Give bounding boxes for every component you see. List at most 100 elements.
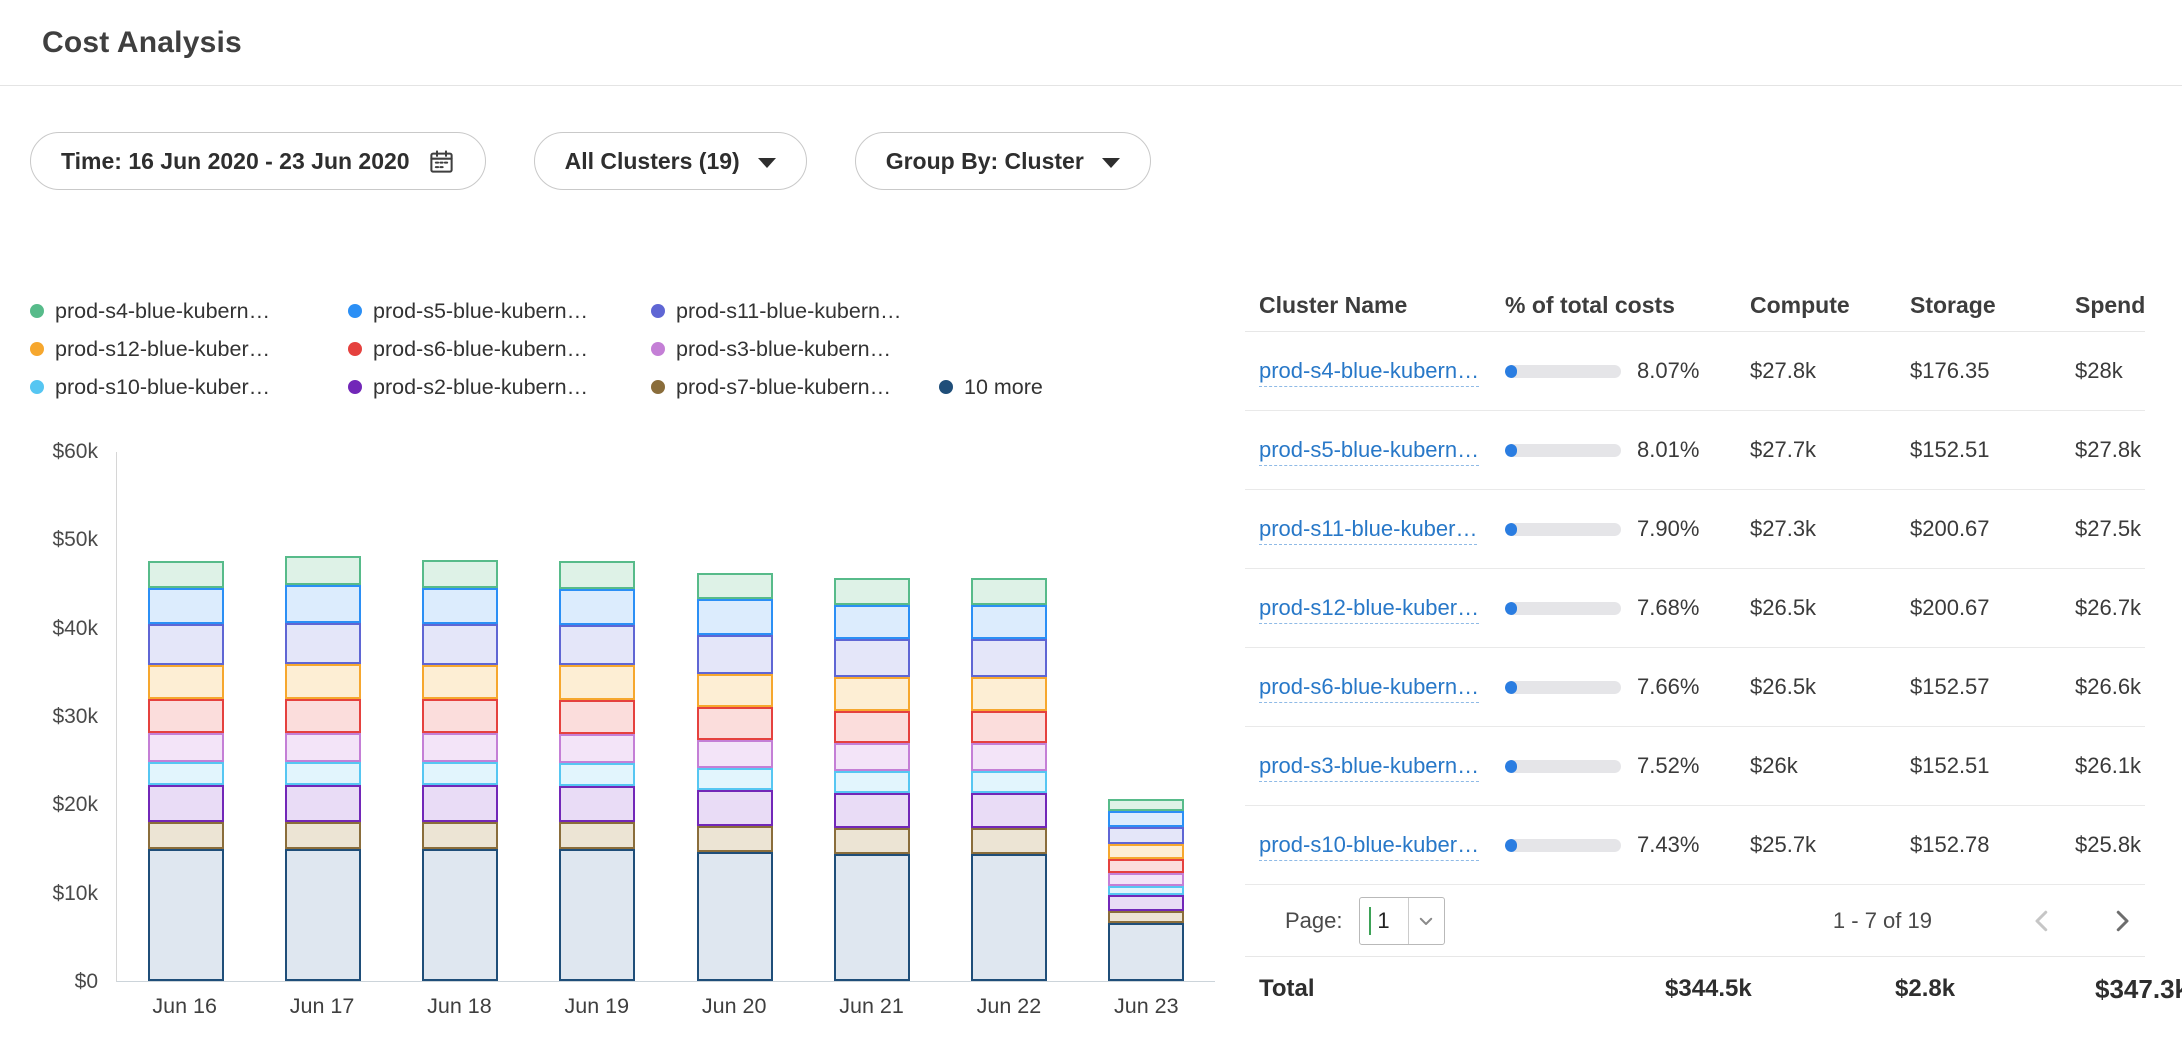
cluster-link[interactable]: prod-s4-blue-kubern… bbox=[1259, 358, 1479, 387]
bar-segment[interactable] bbox=[559, 665, 635, 700]
clusters-filter[interactable]: All Clusters (19) bbox=[534, 132, 807, 190]
bar-segment[interactable] bbox=[834, 771, 910, 793]
bar-segment[interactable] bbox=[422, 762, 498, 785]
bar-segment[interactable] bbox=[834, 711, 910, 743]
bar-segment[interactable] bbox=[971, 711, 1047, 743]
bar-segment[interactable] bbox=[1108, 799, 1184, 811]
bar-segment[interactable] bbox=[285, 664, 361, 699]
bar-segment[interactable] bbox=[971, 828, 1047, 854]
bar-segment[interactable] bbox=[697, 674, 773, 708]
bar-segment[interactable] bbox=[834, 828, 910, 854]
bar-segment[interactable] bbox=[559, 786, 635, 822]
stacked-bar[interactable] bbox=[697, 573, 773, 981]
cluster-link[interactable]: prod-s5-blue-kubern… bbox=[1259, 437, 1479, 466]
legend-item-prod-s12[interactable]: prod-s12-blue-kuber… bbox=[30, 337, 348, 362]
bar-segment[interactable] bbox=[1108, 873, 1184, 885]
bar-segment[interactable] bbox=[148, 665, 224, 699]
bar-segment[interactable] bbox=[834, 605, 910, 639]
bar-segment[interactable] bbox=[559, 700, 635, 734]
bar-segment[interactable] bbox=[697, 768, 773, 790]
bar-segment[interactable] bbox=[422, 588, 498, 624]
bar-segment[interactable] bbox=[148, 785, 224, 822]
bar-segment[interactable] bbox=[834, 639, 910, 677]
bar-segment[interactable] bbox=[285, 849, 361, 982]
bar-segment[interactable] bbox=[559, 625, 635, 665]
bar-segment[interactable] bbox=[1108, 844, 1184, 859]
bar-segment[interactable] bbox=[697, 573, 773, 600]
bar-segment[interactable] bbox=[1108, 827, 1184, 844]
legend-item-prod-s3[interactable]: prod-s3-blue-kubern… bbox=[651, 337, 939, 362]
bar-segment[interactable] bbox=[285, 585, 361, 623]
bar-segment[interactable] bbox=[559, 763, 635, 786]
bar-segment[interactable] bbox=[834, 793, 910, 828]
stacked-bar[interactable] bbox=[559, 561, 635, 981]
bar-segment[interactable] bbox=[834, 677, 910, 711]
legend-item-prod-s5[interactable]: prod-s5-blue-kubern… bbox=[348, 299, 651, 324]
bar-segment[interactable] bbox=[1108, 811, 1184, 827]
bar-segment[interactable] bbox=[971, 854, 1047, 981]
bar-segment[interactable] bbox=[697, 707, 773, 740]
bar-segment[interactable] bbox=[971, 639, 1047, 677]
legend-item-prod-s7[interactable]: prod-s7-blue-kubern… bbox=[651, 375, 939, 400]
legend-item-prod-s11[interactable]: prod-s11-blue-kubern… bbox=[651, 299, 939, 324]
time-range-filter[interactable]: Time: 16 Jun 2020 - 23 Jun 2020 bbox=[30, 132, 486, 190]
stacked-bar[interactable] bbox=[285, 556, 361, 981]
bar-segment[interactable] bbox=[559, 589, 635, 625]
bar-segment[interactable] bbox=[697, 826, 773, 852]
bar-segment[interactable] bbox=[285, 762, 361, 785]
bar-segment[interactable] bbox=[285, 822, 361, 849]
bar-segment[interactable] bbox=[559, 734, 635, 763]
bar-segment[interactable] bbox=[834, 743, 910, 771]
bar-segment[interactable] bbox=[148, 561, 224, 588]
cluster-link[interactable]: prod-s11-blue-kuber… bbox=[1259, 516, 1477, 545]
stacked-bar[interactable] bbox=[971, 578, 1047, 981]
prev-page-button[interactable] bbox=[2027, 906, 2057, 936]
bar-segment[interactable] bbox=[971, 605, 1047, 639]
bar-segment[interactable] bbox=[422, 822, 498, 849]
cluster-link[interactable]: prod-s6-blue-kubern… bbox=[1259, 674, 1479, 703]
bar-segment[interactable] bbox=[148, 822, 224, 849]
bar-segment[interactable] bbox=[422, 699, 498, 733]
cluster-link[interactable]: prod-s12-blue-kuber… bbox=[1259, 595, 1479, 624]
cluster-link[interactable]: prod-s10-blue-kuber… bbox=[1259, 832, 1479, 861]
legend-item-prod-s2[interactable]: prod-s2-blue-kubern… bbox=[348, 375, 651, 400]
bar-segment[interactable] bbox=[285, 733, 361, 762]
legend-item-10-more[interactable]: 10 more bbox=[939, 375, 1043, 400]
bar-segment[interactable] bbox=[1108, 911, 1184, 922]
bar-segment[interactable] bbox=[697, 635, 773, 674]
bar-segment[interactable] bbox=[285, 623, 361, 664]
bar-segment[interactable] bbox=[148, 624, 224, 665]
bar-segment[interactable] bbox=[422, 785, 498, 822]
legend-item-prod-s4[interactable]: prod-s4-blue-kubern… bbox=[30, 299, 348, 324]
bar-segment[interactable] bbox=[1108, 923, 1184, 981]
bar-segment[interactable] bbox=[148, 588, 224, 624]
bar-segment[interactable] bbox=[422, 733, 498, 762]
bar-segment[interactable] bbox=[971, 677, 1047, 711]
bar-segment[interactable] bbox=[559, 849, 635, 982]
bar-segment[interactable] bbox=[285, 556, 361, 585]
bar-segment[interactable] bbox=[1108, 895, 1184, 911]
bar-segment[interactable] bbox=[285, 699, 361, 733]
bar-segment[interactable] bbox=[697, 740, 773, 768]
next-page-button[interactable] bbox=[2107, 906, 2137, 936]
bar-segment[interactable] bbox=[971, 793, 1047, 828]
bar-segment[interactable] bbox=[559, 561, 635, 588]
bar-segment[interactable] bbox=[697, 599, 773, 634]
bar-segment[interactable] bbox=[971, 771, 1047, 793]
bar-segment[interactable] bbox=[148, 699, 224, 733]
bar-segment[interactable] bbox=[697, 852, 773, 981]
legend-item-prod-s6[interactable]: prod-s6-blue-kubern… bbox=[348, 337, 651, 362]
bar-segment[interactable] bbox=[422, 665, 498, 699]
bar-segment[interactable] bbox=[559, 822, 635, 849]
bar-segment[interactable] bbox=[422, 560, 498, 588]
stacked-bar[interactable] bbox=[1108, 799, 1184, 981]
bar-segment[interactable] bbox=[834, 854, 910, 981]
stacked-bar[interactable] bbox=[148, 561, 224, 981]
bar-segment[interactable] bbox=[1108, 859, 1184, 873]
bar-segment[interactable] bbox=[422, 849, 498, 982]
bar-segment[interactable] bbox=[422, 624, 498, 665]
bar-segment[interactable] bbox=[834, 578, 910, 605]
stacked-bar[interactable] bbox=[422, 560, 498, 981]
page-select[interactable]: 1 bbox=[1359, 897, 1445, 945]
legend-item-prod-s10[interactable]: prod-s10-blue-kuber… bbox=[30, 375, 348, 400]
